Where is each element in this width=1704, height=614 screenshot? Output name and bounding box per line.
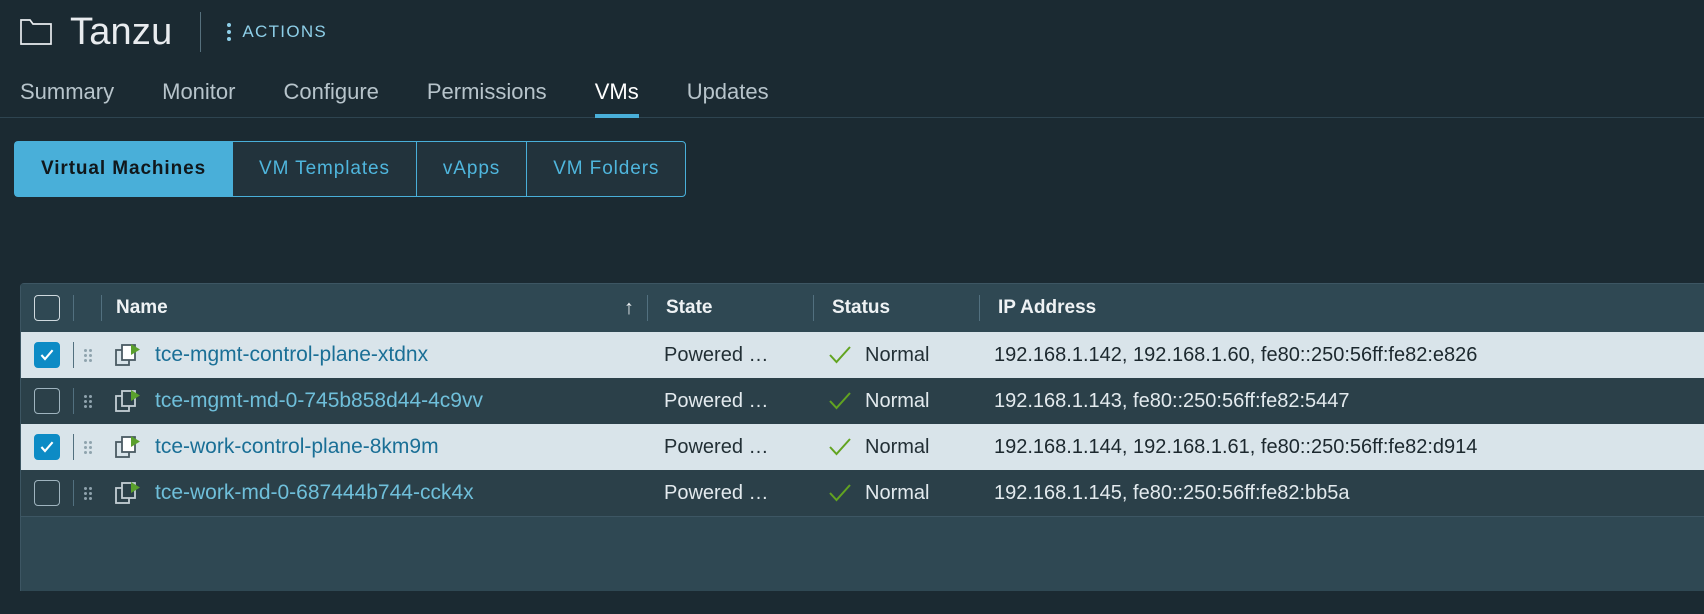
check-success-icon [829, 438, 851, 456]
cell-state: Powered … [646, 482, 811, 505]
table-row[interactable]: tce-work-md-0-687444b744-cck4x Powered …… [21, 470, 1704, 516]
state-value: Powered … [664, 435, 769, 458]
drag-handle-icon[interactable] [83, 348, 92, 362]
state-value: Powered … [664, 481, 769, 504]
cell-ip-address: 192.168.1.145, fe80::250:56ff:fe82:bb5a [976, 482, 1704, 505]
row-checkbox[interactable] [34, 434, 60, 460]
row-select-cell [21, 480, 73, 506]
select-all-cell [21, 295, 73, 321]
table-row[interactable]: tce-work-control-plane-8km9m Powered … N… [21, 424, 1704, 470]
virtual-machine-powered-on-icon [115, 436, 140, 458]
ip-value: 192.168.1.143, fe80::250:56ff:fe82:5447 [994, 389, 1350, 412]
cell-name: tce-work-control-plane-8km9m [101, 435, 646, 459]
row-checkbox[interactable] [34, 388, 60, 414]
row-select-cell [21, 388, 73, 414]
column-header-name-label: Name [116, 297, 168, 318]
tab-summary[interactable]: Summary [20, 81, 138, 117]
virtual-machine-powered-on-icon [115, 390, 140, 412]
check-success-icon [829, 346, 851, 364]
cell-status: Normal [811, 436, 976, 459]
object-header: Tanzu ACTIONS [0, 0, 1704, 64]
vsphere-vms-page: Tanzu ACTIONS Summary Monitor Configure … [0, 0, 1704, 614]
folder-icon [20, 19, 70, 45]
tab-vms[interactable]: VMs [571, 81, 663, 118]
tab-monitor[interactable]: Monitor [138, 81, 259, 117]
select-all-checkbox[interactable] [34, 295, 60, 321]
column-header-status[interactable]: Status [814, 284, 979, 332]
row-select-cell [21, 434, 73, 460]
tab-updates[interactable]: Updates [663, 81, 793, 117]
cell-name: tce-work-md-0-687444b744-cck4x [101, 481, 646, 505]
status-value: Normal [865, 435, 930, 458]
cell-state: Powered … [646, 344, 811, 367]
vm-name-link[interactable]: tce-work-md-0-687444b744-cck4x [155, 481, 474, 505]
ip-value: 192.168.1.145, fe80::250:56ff:fe82:bb5a [994, 481, 1350, 504]
status-value: Normal [865, 481, 930, 504]
subtab-virtual-machines[interactable]: Virtual Machines [14, 141, 233, 197]
page-title: Tanzu [70, 11, 173, 53]
cell-status: Normal [811, 390, 976, 413]
vm-name-link[interactable]: tce-mgmt-control-plane-xtdnx [155, 343, 428, 367]
secondary-tab-group: Virtual Machines VM Templates vApps VM F… [0, 118, 1704, 197]
cell-ip-address: 192.168.1.144, 192.168.1.61, fe80::250:5… [976, 436, 1704, 459]
actions-label: ACTIONS [242, 22, 328, 41]
vm-datagrid: Name ↑ State Status IP Address tce-mgmt-… [20, 283, 1704, 516]
row-checkbox[interactable] [34, 480, 60, 506]
table-header-row: Name ↑ State Status IP Address [21, 284, 1704, 332]
cell-ip-address: 192.168.1.143, fe80::250:56ff:fe82:5447 [976, 390, 1704, 413]
drag-handle-icon[interactable] [83, 394, 92, 408]
row-checkbox[interactable] [34, 342, 60, 368]
virtual-machine-powered-on-icon [115, 482, 140, 504]
status-value: Normal [865, 343, 930, 366]
row-drag-cell[interactable] [74, 348, 101, 362]
table-row[interactable]: tce-mgmt-md-0-745b858d44-4c9vv Powered …… [21, 378, 1704, 424]
check-success-icon [829, 484, 851, 502]
row-select-cell [21, 342, 73, 368]
ip-value: 192.168.1.142, 192.168.1.60, fe80::250:5… [994, 343, 1478, 366]
cell-status: Normal [811, 482, 976, 505]
cell-status: Normal [811, 344, 976, 367]
ip-value: 192.168.1.144, 192.168.1.61, fe80::250:5… [994, 435, 1478, 458]
virtual-machine-powered-on-icon [115, 344, 140, 366]
state-value: Powered … [664, 343, 769, 366]
column-header-ip-address[interactable]: IP Address [980, 284, 1704, 332]
check-success-icon [829, 392, 851, 410]
vm-name-link[interactable]: tce-work-control-plane-8km9m [155, 435, 439, 459]
row-drag-cell[interactable] [74, 394, 101, 408]
row-drag-cell[interactable] [74, 486, 101, 500]
subtab-vapps[interactable]: vApps [415, 141, 527, 197]
column-header-state[interactable]: State [648, 284, 813, 332]
table-row[interactable]: tce-mgmt-control-plane-xtdnx Powered … N… [21, 332, 1704, 378]
cell-name: tce-mgmt-md-0-745b858d44-4c9vv [101, 389, 646, 413]
vm-name-link[interactable]: tce-mgmt-md-0-745b858d44-4c9vv [155, 389, 483, 413]
row-drag-cell[interactable] [74, 440, 101, 454]
cell-ip-address: 192.168.1.142, 192.168.1.60, fe80::250:5… [976, 344, 1704, 367]
sort-ascending-arrow: ↑ [624, 297, 634, 319]
drag-handle-icon[interactable] [83, 486, 92, 500]
subtab-vm-templates[interactable]: VM Templates [232, 141, 416, 197]
cell-state: Powered … [646, 436, 811, 459]
vm-list-region: Name ↑ State Status IP Address tce-mgmt-… [20, 283, 1704, 614]
tab-configure[interactable]: Configure [259, 81, 402, 117]
drag-handle-icon[interactable] [83, 440, 92, 454]
state-value: Powered … [664, 389, 769, 412]
actions-button[interactable]: ACTIONS [227, 22, 327, 42]
grid-empty-space [20, 517, 1704, 591]
header-divider [200, 12, 202, 52]
subtab-vm-folders[interactable]: VM Folders [526, 141, 687, 197]
cell-state: Powered … [646, 390, 811, 413]
cell-name: tce-mgmt-control-plane-xtdnx [101, 343, 646, 367]
column-header-name[interactable]: Name ↑ [102, 284, 647, 332]
header-divider-1 [73, 295, 74, 321]
tab-permissions[interactable]: Permissions [403, 81, 571, 117]
kebab-menu-icon [227, 23, 232, 41]
primary-tab-bar: Summary Monitor Configure Permissions VM… [0, 64, 1704, 118]
status-value: Normal [865, 389, 930, 412]
